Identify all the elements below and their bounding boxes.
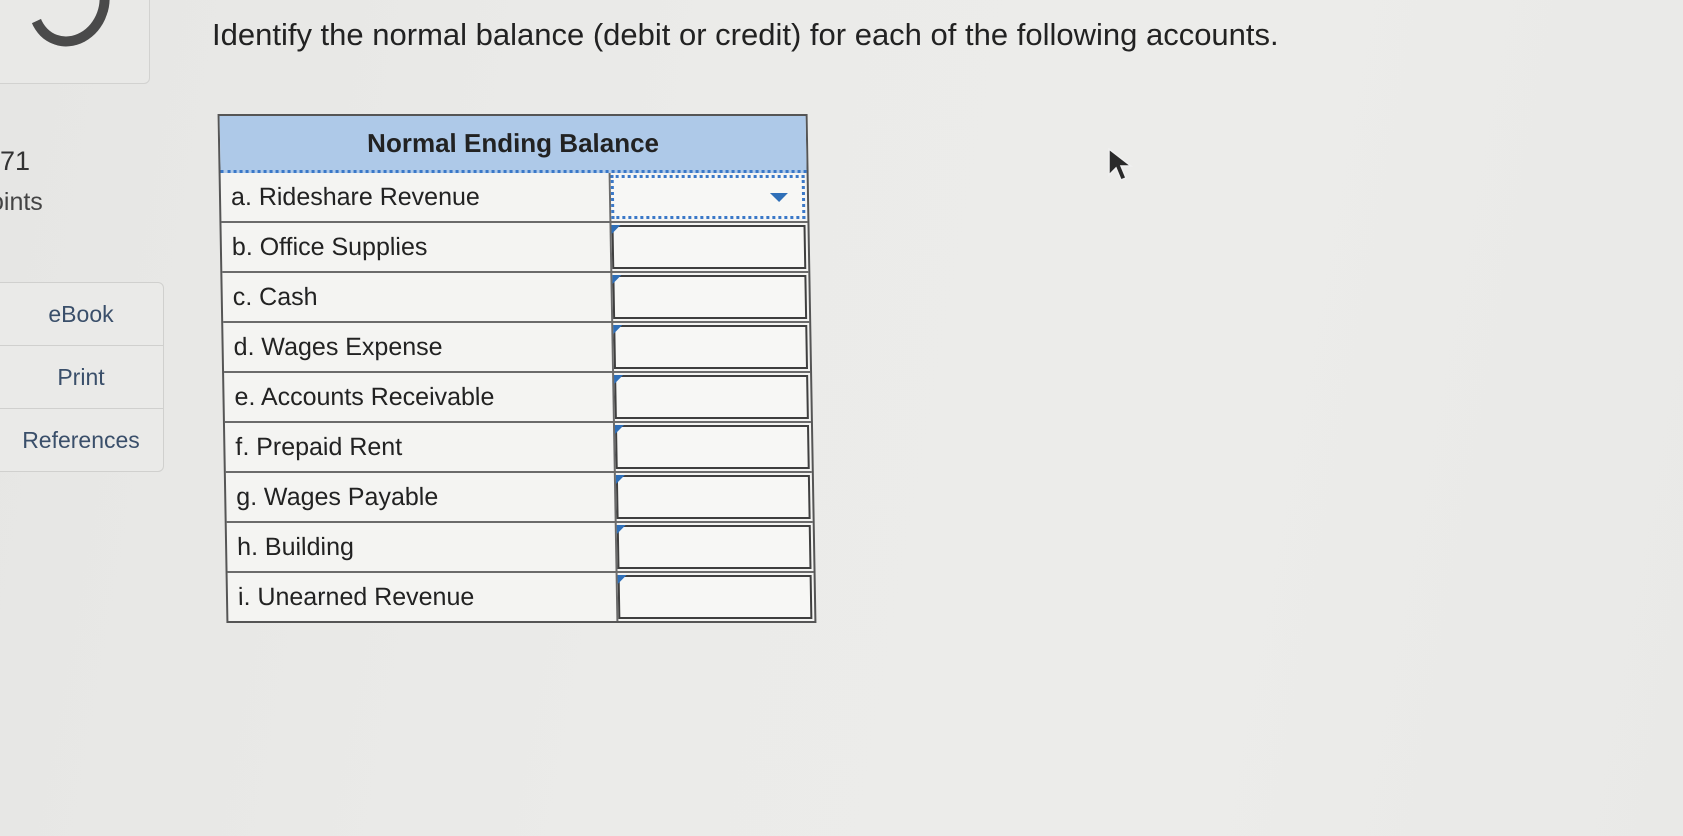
- flag-icon: [614, 375, 624, 384]
- flag-icon: [615, 475, 626, 484]
- sidebar-logo-card: [0, 0, 150, 84]
- flag-icon: [611, 225, 621, 234]
- balance-dropdown[interactable]: [614, 425, 810, 469]
- account-label: e. Accounts Receivable: [224, 373, 615, 421]
- question-prompt: Identify the normal balance (debit or cr…: [212, 17, 1279, 52]
- chevron-down-icon[interactable]: [769, 193, 789, 202]
- answer-table: Normal Ending Balance a. Rideshare Reven…: [217, 114, 817, 623]
- balance-dropdown[interactable]: [614, 375, 809, 419]
- question-number: 71: [0, 146, 31, 176]
- table-row: a. Rideshare Revenue: [220, 173, 808, 223]
- table-row: h. Building: [226, 523, 814, 573]
- print-link[interactable]: Print: [0, 346, 163, 409]
- table-header: Normal Ending Balance: [219, 116, 807, 173]
- balance-dropdown[interactable]: [611, 225, 807, 269]
- table-row: g. Wages Payable: [225, 473, 813, 523]
- account-label: h. Building: [226, 523, 618, 571]
- table-row: f. Prepaid Rent: [224, 423, 812, 473]
- mouse-pointer-icon: [1108, 147, 1134, 181]
- account-label: d. Wages Expense: [223, 323, 615, 371]
- ebook-link[interactable]: eBook: [0, 283, 163, 346]
- balance-dropdown[interactable]: [613, 325, 809, 369]
- table-row: d. Wages Expense: [223, 323, 811, 373]
- flag-icon: [613, 325, 623, 334]
- table-row: e. Accounts Receivable: [224, 373, 811, 423]
- table-row: b. Office Supplies: [221, 223, 809, 273]
- balance-dropdown[interactable]: [616, 525, 812, 569]
- account-label: i. Unearned Revenue: [227, 573, 619, 621]
- balance-dropdown[interactable]: [610, 175, 806, 219]
- points-label: oints: [0, 188, 43, 216]
- account-label: c. Cash: [222, 273, 614, 321]
- account-label: f. Prepaid Rent: [224, 423, 616, 471]
- logo-arc-icon: [16, 0, 122, 58]
- account-label: a. Rideshare Revenue: [220, 173, 612, 221]
- account-label: b. Office Supplies: [221, 223, 613, 271]
- balance-dropdown[interactable]: [612, 275, 808, 319]
- side-nav: eBook Print References: [0, 282, 164, 472]
- flag-icon: [616, 525, 626, 534]
- balance-dropdown[interactable]: [615, 475, 811, 519]
- flag-icon: [614, 425, 625, 434]
- flag-icon: [612, 275, 622, 284]
- references-link[interactable]: References: [0, 409, 163, 471]
- balance-dropdown[interactable]: [617, 575, 813, 619]
- table-row: c. Cash: [222, 273, 810, 323]
- flag-icon: [617, 575, 627, 584]
- account-label: g. Wages Payable: [225, 473, 617, 521]
- table-row: i. Unearned Revenue: [227, 573, 815, 621]
